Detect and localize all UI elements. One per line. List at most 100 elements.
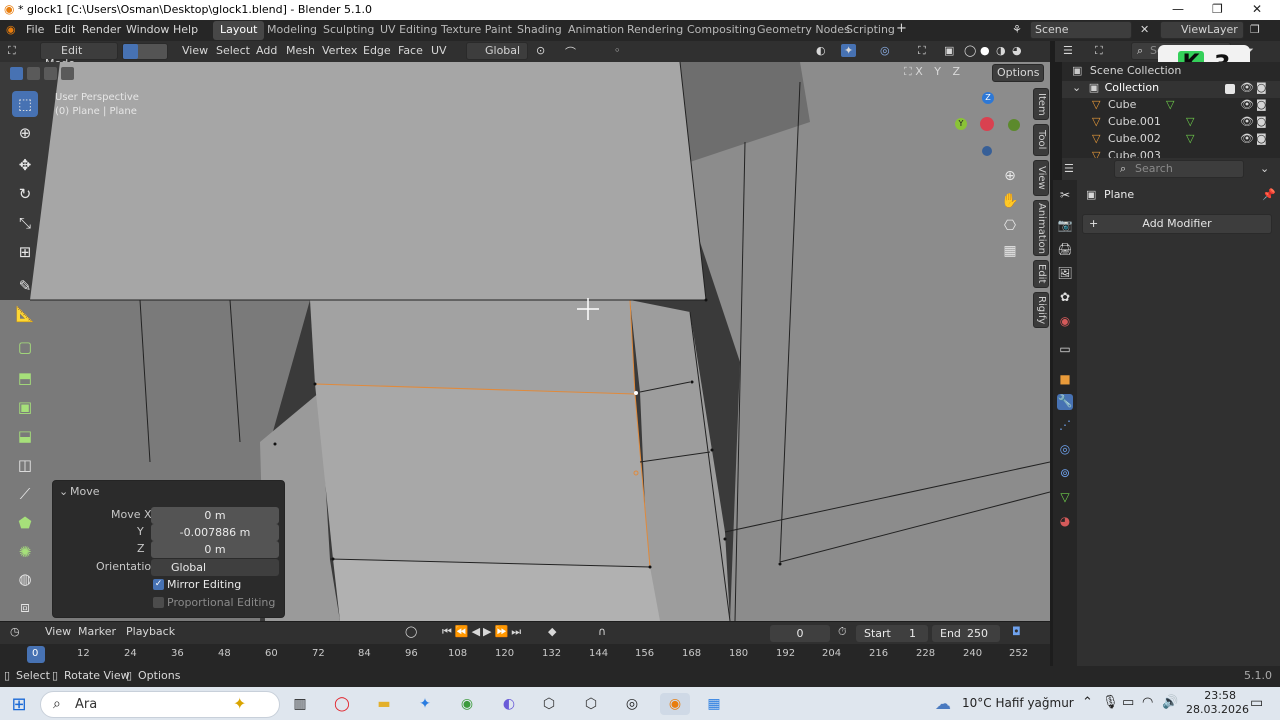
shading-rendered-icon[interactable]: ◕: [1012, 44, 1022, 57]
move-tool-icon[interactable]: ✥: [12, 152, 38, 178]
add-modifier-button[interactable]: + Add Modifier: [1082, 214, 1272, 234]
tab-modeling[interactable]: Modeling: [260, 21, 324, 40]
task-view-icon[interactable]: ▥: [289, 693, 311, 715]
end-frame-field[interactable]: End 250: [932, 625, 1000, 642]
select-mode-buttons[interactable]: [122, 43, 168, 60]
object-tab-icon[interactable]: ■: [1057, 372, 1073, 388]
tool-tab-icon[interactable]: ✂: [1057, 188, 1073, 204]
gizmo-neg-z-axis[interactable]: [982, 146, 992, 156]
select-box-tool-icon[interactable]: ⬚: [12, 91, 38, 117]
outliner-item-cube-002[interactable]: ▽ Cube.002 ▽ 👁 ◙: [1062, 132, 1280, 149]
gizmo-toggle-icon[interactable]: ✦: [841, 44, 857, 57]
collection-row[interactable]: ⌄ ▣ Collection 👁 ◙: [1062, 81, 1280, 98]
side-tab-animation[interactable]: Animation: [1033, 200, 1049, 256]
properties-search-input[interactable]: Search: [1114, 160, 1244, 178]
mirror-z[interactable]: Z: [952, 65, 960, 78]
keyframe-jump-icon[interactable]: ◆: [548, 625, 556, 638]
render-tab-icon[interactable]: 📷: [1057, 218, 1073, 234]
physics-tab-icon[interactable]: ◎: [1057, 442, 1073, 458]
outliner-item-cube[interactable]: ▽ Cube ▽ 👁 ◙: [1062, 98, 1280, 115]
scene-icon[interactable]: ⚘: [1012, 23, 1022, 36]
gizmo-y-axis[interactable]: Y: [955, 118, 967, 130]
transform-orientation-selector[interactable]: Global: [466, 42, 528, 60]
outliner-editor-icon[interactable]: ☰: [1063, 44, 1073, 57]
inset-tool-icon[interactable]: ▣: [12, 394, 38, 420]
properties-options-icon[interactable]: ⌄: [1260, 162, 1269, 175]
viewlayer-selector[interactable]: ViewLayer: [1160, 21, 1244, 39]
timeline-editor-icon[interactable]: ◷: [10, 625, 20, 638]
move-y-field[interactable]: -0.007886 m: [151, 524, 279, 541]
tab-scripting[interactable]: Scripting: [839, 21, 902, 40]
pin-icon[interactable]: 📌: [1262, 188, 1276, 201]
notifications-icon[interactable]: ▭: [1250, 695, 1263, 711]
material-tab-icon[interactable]: ◕: [1057, 514, 1073, 530]
eye-icon[interactable]: 👁: [1240, 98, 1254, 111]
gizmo-x-axis[interactable]: [980, 117, 994, 131]
navigation-gizmo[interactable]: Z Y: [955, 90, 1025, 160]
pivot-icon[interactable]: ⊙: [536, 44, 545, 57]
shading-solid-icon[interactable]: ●: [980, 44, 990, 57]
menu-render[interactable]: Render: [82, 23, 121, 36]
poly-build-tool-icon[interactable]: ⬟: [12, 510, 38, 536]
weather-text[interactable]: 10°C Hafif yağmur: [962, 696, 1074, 710]
tab-layout[interactable]: Layout: [213, 21, 265, 40]
side-tab-view[interactable]: View: [1033, 160, 1049, 196]
measure-tool-icon[interactable]: 📐: [12, 301, 38, 327]
outliner-item-cube-001[interactable]: ▽ Cube.001 ▽ 👁 ◙: [1062, 115, 1280, 132]
bevel-tool-icon[interactable]: ⬓: [12, 423, 38, 449]
mode-selector[interactable]: Edit Mode: [40, 42, 118, 70]
editor-type-icon[interactable]: ⛶: [8, 44, 16, 58]
outliner-item-cube-003[interactable]: ▽ Cube.003: [1062, 149, 1280, 158]
side-tab-edit[interactable]: Edit: [1033, 260, 1049, 288]
menu-edit[interactable]: Edit: [54, 23, 75, 36]
overlay-toggle-icon[interactable]: ◎: [880, 44, 890, 57]
scene-collection-row[interactable]: ▣ Scene Collection: [1062, 64, 1280, 81]
data-tab-icon[interactable]: ▽: [1057, 490, 1073, 506]
app-icon[interactable]: ✦: [414, 693, 436, 715]
scene-tab-icon[interactable]: ✿: [1057, 290, 1073, 306]
mirror-editing-checkbox[interactable]: ✓: [153, 579, 164, 590]
file-explorer-icon[interactable]: ▬: [373, 693, 395, 715]
select-box-mode-icon[interactable]: [10, 67, 23, 80]
timeline-menu-view[interactable]: View: [45, 625, 71, 638]
microphone-icon[interactable]: 🎙: [1102, 695, 1119, 710]
mirror-y[interactable]: Y: [934, 65, 941, 78]
current-frame-field[interactable]: 0: [770, 625, 830, 642]
side-tab-tool[interactable]: Tool: [1033, 124, 1049, 156]
transform-tool-icon[interactable]: ⊞: [12, 239, 38, 265]
viewlayer-new-icon[interactable]: ❐: [1250, 23, 1260, 36]
render-camera-icon[interactable]: ◙: [1256, 98, 1267, 111]
wifi-icon[interactable]: ◠: [1142, 695, 1153, 710]
annotate-tool-icon[interactable]: ✎: [12, 273, 38, 299]
menu-file[interactable]: File: [26, 23, 44, 36]
move-x-field[interactable]: 0 m: [151, 507, 279, 524]
modifier-tab-icon[interactable]: 🔧: [1057, 394, 1073, 410]
rotate-tool-icon[interactable]: ↻: [12, 181, 38, 207]
clock-icon[interactable]: ⏱: [838, 625, 847, 639]
pan-hand-icon[interactable]: ✋: [1000, 189, 1020, 214]
output-tab-icon[interactable]: 🖨: [1057, 242, 1073, 258]
menu-view[interactable]: View: [182, 44, 208, 57]
properties-editor-icon[interactable]: ☰: [1064, 162, 1074, 175]
move-panel-title[interactable]: Move: [70, 485, 100, 498]
side-tab-rigify[interactable]: Rigify: [1033, 292, 1049, 328]
collapse-chevron-icon[interactable]: ⌄: [59, 485, 68, 498]
timeline-menu-playback[interactable]: Playback: [126, 625, 175, 638]
side-tab-item[interactable]: Item: [1033, 88, 1049, 120]
collection-checkbox[interactable]: [1225, 84, 1235, 94]
camera-icon[interactable]: ⎔: [1000, 214, 1020, 239]
minimize-button[interactable]: —: [1172, 2, 1184, 16]
blender-taskbar-icon[interactable]: ◉: [660, 693, 690, 715]
orientation-dropdown[interactable]: Global: [151, 559, 279, 576]
tray-chevron-icon[interactable]: ⌃: [1082, 695, 1093, 710]
tab-shading[interactable]: Shading: [510, 21, 569, 40]
ortho-grid-icon[interactable]: ▦: [1000, 239, 1020, 264]
taskbar-search[interactable]: ⌕ Ara ✦: [40, 691, 280, 718]
chrome-icon[interactable]: ◉: [456, 693, 478, 715]
menu-add[interactable]: Add: [256, 44, 277, 57]
add-cube-tool-icon[interactable]: ▢: [12, 334, 38, 360]
discord-icon[interactable]: ◐: [498, 693, 520, 715]
eye-icon[interactable]: 👁: [1240, 132, 1254, 145]
timeline-ruler[interactable]: 0 12 24 36 48 60 72 84 96 108 120 132 14…: [0, 644, 1050, 666]
shear-tool-icon[interactable]: ⧈: [12, 594, 38, 620]
